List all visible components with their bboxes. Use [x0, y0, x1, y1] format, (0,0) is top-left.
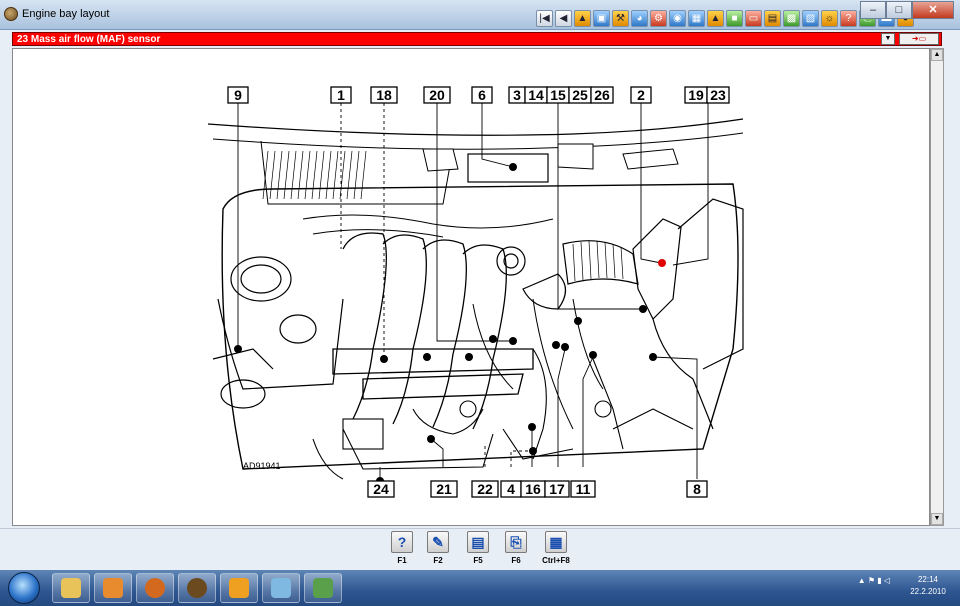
vertical-scrollbar[interactable]: ▲ ▼ — [930, 48, 944, 526]
callout-label: 21 — [436, 481, 452, 497]
ecu-icon[interactable]: ▧ — [802, 10, 819, 27]
explorer-taskbar-button[interactable] — [52, 573, 90, 603]
callout-label: 15 — [550, 87, 566, 103]
callout-label: 23 — [710, 87, 726, 103]
taskbar: ▲ ⚑ ▮ ◁ 22:14 22.2.2010 — [0, 570, 960, 606]
engine-diagram-canvas: 9 1 18 20 6 3 14 15 25 26 2 19 23 24 21 … — [12, 48, 930, 526]
callout-label: 9 — [234, 87, 242, 103]
bottom-callouts: 24 21 22 4 16 17 11 8 — [367, 480, 708, 498]
close-button[interactable]: ✕ — [912, 1, 954, 19]
exit-arrow-icon[interactable]: ➜▭ — [899, 33, 939, 45]
notes-icon: ▤ — [467, 531, 489, 553]
toolbar: |◀ ◀ ▲ ▣ ⚒ ◕ ⚙ ◉ ▦ ▲ ■ ▭ ▤ ▩ ▧ ☼ ? ⎘ ▬ ● — [536, 10, 914, 30]
chart-icon[interactable]: ▦ — [688, 10, 705, 27]
table-icon: ▦ — [545, 531, 567, 553]
settings-icon[interactable]: ◉ — [669, 10, 686, 27]
app-window: Engine bay layout |◀ ◀ ▲ ▣ ⚒ ◕ ⚙ ◉ ▦ ▲ ■… — [0, 0, 960, 570]
callout-label: 17 — [549, 481, 565, 497]
wrench-icon[interactable]: ⚙ — [650, 10, 667, 27]
callout-label: 6 — [478, 87, 486, 103]
callout-label: 19 — [688, 87, 704, 103]
clock-time: 22:14 — [917, 575, 939, 584]
office-taskbar-button[interactable] — [220, 573, 258, 603]
sensor-label: 23 Mass air flow (MAF) sensor — [17, 34, 161, 45]
firefox-icon — [145, 578, 165, 598]
callout-label: 26 — [594, 87, 610, 103]
f1-help-button[interactable]: ? F1 — [384, 531, 420, 569]
image-code: AD91941 — [243, 461, 281, 471]
callout-label: 2 — [637, 87, 645, 103]
help-icon: ? — [391, 531, 413, 553]
callout-label: 18 — [376, 87, 392, 103]
app-icon — [4, 7, 18, 21]
folder-icon — [61, 578, 81, 598]
scroll-down-icon[interactable]: ▼ — [931, 513, 943, 525]
office-icon — [229, 578, 249, 598]
scroll-up-icon[interactable]: ▲ — [931, 49, 943, 61]
engine-icon[interactable]: ■ — [726, 10, 743, 27]
f5-notes-button[interactable]: ▤ F5 — [460, 531, 496, 569]
print-icon: ⎘ — [505, 531, 527, 553]
media-taskbar-button[interactable] — [94, 573, 132, 603]
clock[interactable]: 22:14 22.2.2010 — [906, 574, 950, 598]
callout-label: 22 — [477, 481, 493, 497]
callout-label: 3 — [513, 87, 521, 103]
media-player-icon — [103, 578, 123, 598]
book-icon[interactable]: ▤ — [764, 10, 781, 27]
start-button[interactable] — [8, 572, 40, 604]
callout-label: 4 — [507, 481, 515, 497]
callout-label: 25 — [572, 87, 588, 103]
ctrl-f8-table-button[interactable]: ▦ Ctrl+F8 — [536, 531, 576, 569]
system-tray[interactable]: ▲ ⚑ ▮ ◁ — [858, 576, 890, 585]
engine-app-taskbar-button[interactable] — [178, 573, 216, 603]
network-taskbar-button[interactable] — [304, 573, 342, 603]
top-callouts: 9 1 18 20 6 3 14 15 25 26 2 19 23 — [227, 86, 730, 104]
callout-label: 11 — [576, 481, 591, 497]
sensor-selector[interactable]: 23 Mass air flow (MAF) sensor ▼ ➜▭ — [12, 32, 942, 46]
doc-icon[interactable]: ▭ — [745, 10, 762, 27]
network-icon — [313, 578, 333, 598]
paint-taskbar-button[interactable] — [262, 573, 300, 603]
app-icon — [187, 578, 207, 598]
tools-icon[interactable]: ⚒ — [612, 10, 629, 27]
chevron-down-icon[interactable]: ▼ — [881, 33, 895, 45]
callout-label: 1 — [337, 87, 345, 103]
window-controls: – □ ✕ — [860, 1, 954, 19]
clock-date: 22.2.2010 — [910, 587, 946, 596]
f6-print-button[interactable]: ⎘ F6 — [498, 531, 534, 569]
firefox-taskbar-button[interactable] — [136, 573, 174, 603]
window-title: Engine bay layout — [22, 8, 110, 20]
edit-icon: ✎ — [427, 531, 449, 553]
engine-diagram: 9 1 18 20 6 3 14 15 25 26 2 19 23 24 21 … — [207, 86, 744, 498]
sensor-icon[interactable]: ☼ — [821, 10, 838, 27]
callout-label: 24 — [373, 481, 389, 497]
minimize-button[interactable]: – — [860, 1, 886, 19]
prev-icon[interactable]: ◀ — [555, 10, 572, 27]
callout-label: 16 — [525, 481, 541, 497]
function-key-bar: ? F1 ✎ F2 ▤ F5 ⎘ F6 ▦ Ctrl+F8 — [0, 528, 960, 570]
gauge-icon[interactable]: ◕ — [631, 10, 648, 27]
callout-label: 8 — [693, 481, 701, 497]
warning-icon[interactable]: ▲ — [574, 10, 591, 27]
paint-icon — [271, 578, 291, 598]
title-bar[interactable]: Engine bay layout |◀ ◀ ▲ ▣ ⚒ ◕ ⚙ ◉ ▦ ▲ ■… — [0, 0, 960, 30]
monitor-icon[interactable]: ▣ — [593, 10, 610, 27]
f2-edit-button[interactable]: ✎ F2 — [420, 531, 456, 569]
car-icon[interactable]: ▩ — [783, 10, 800, 27]
maximize-button[interactable]: □ — [886, 1, 912, 19]
fuel-icon[interactable]: ▲ — [707, 10, 724, 27]
help-icon[interactable]: ? — [840, 10, 857, 27]
callout-label: 14 — [528, 87, 544, 103]
first-icon[interactable]: |◀ — [536, 10, 553, 27]
callout-label: 20 — [429, 87, 445, 103]
